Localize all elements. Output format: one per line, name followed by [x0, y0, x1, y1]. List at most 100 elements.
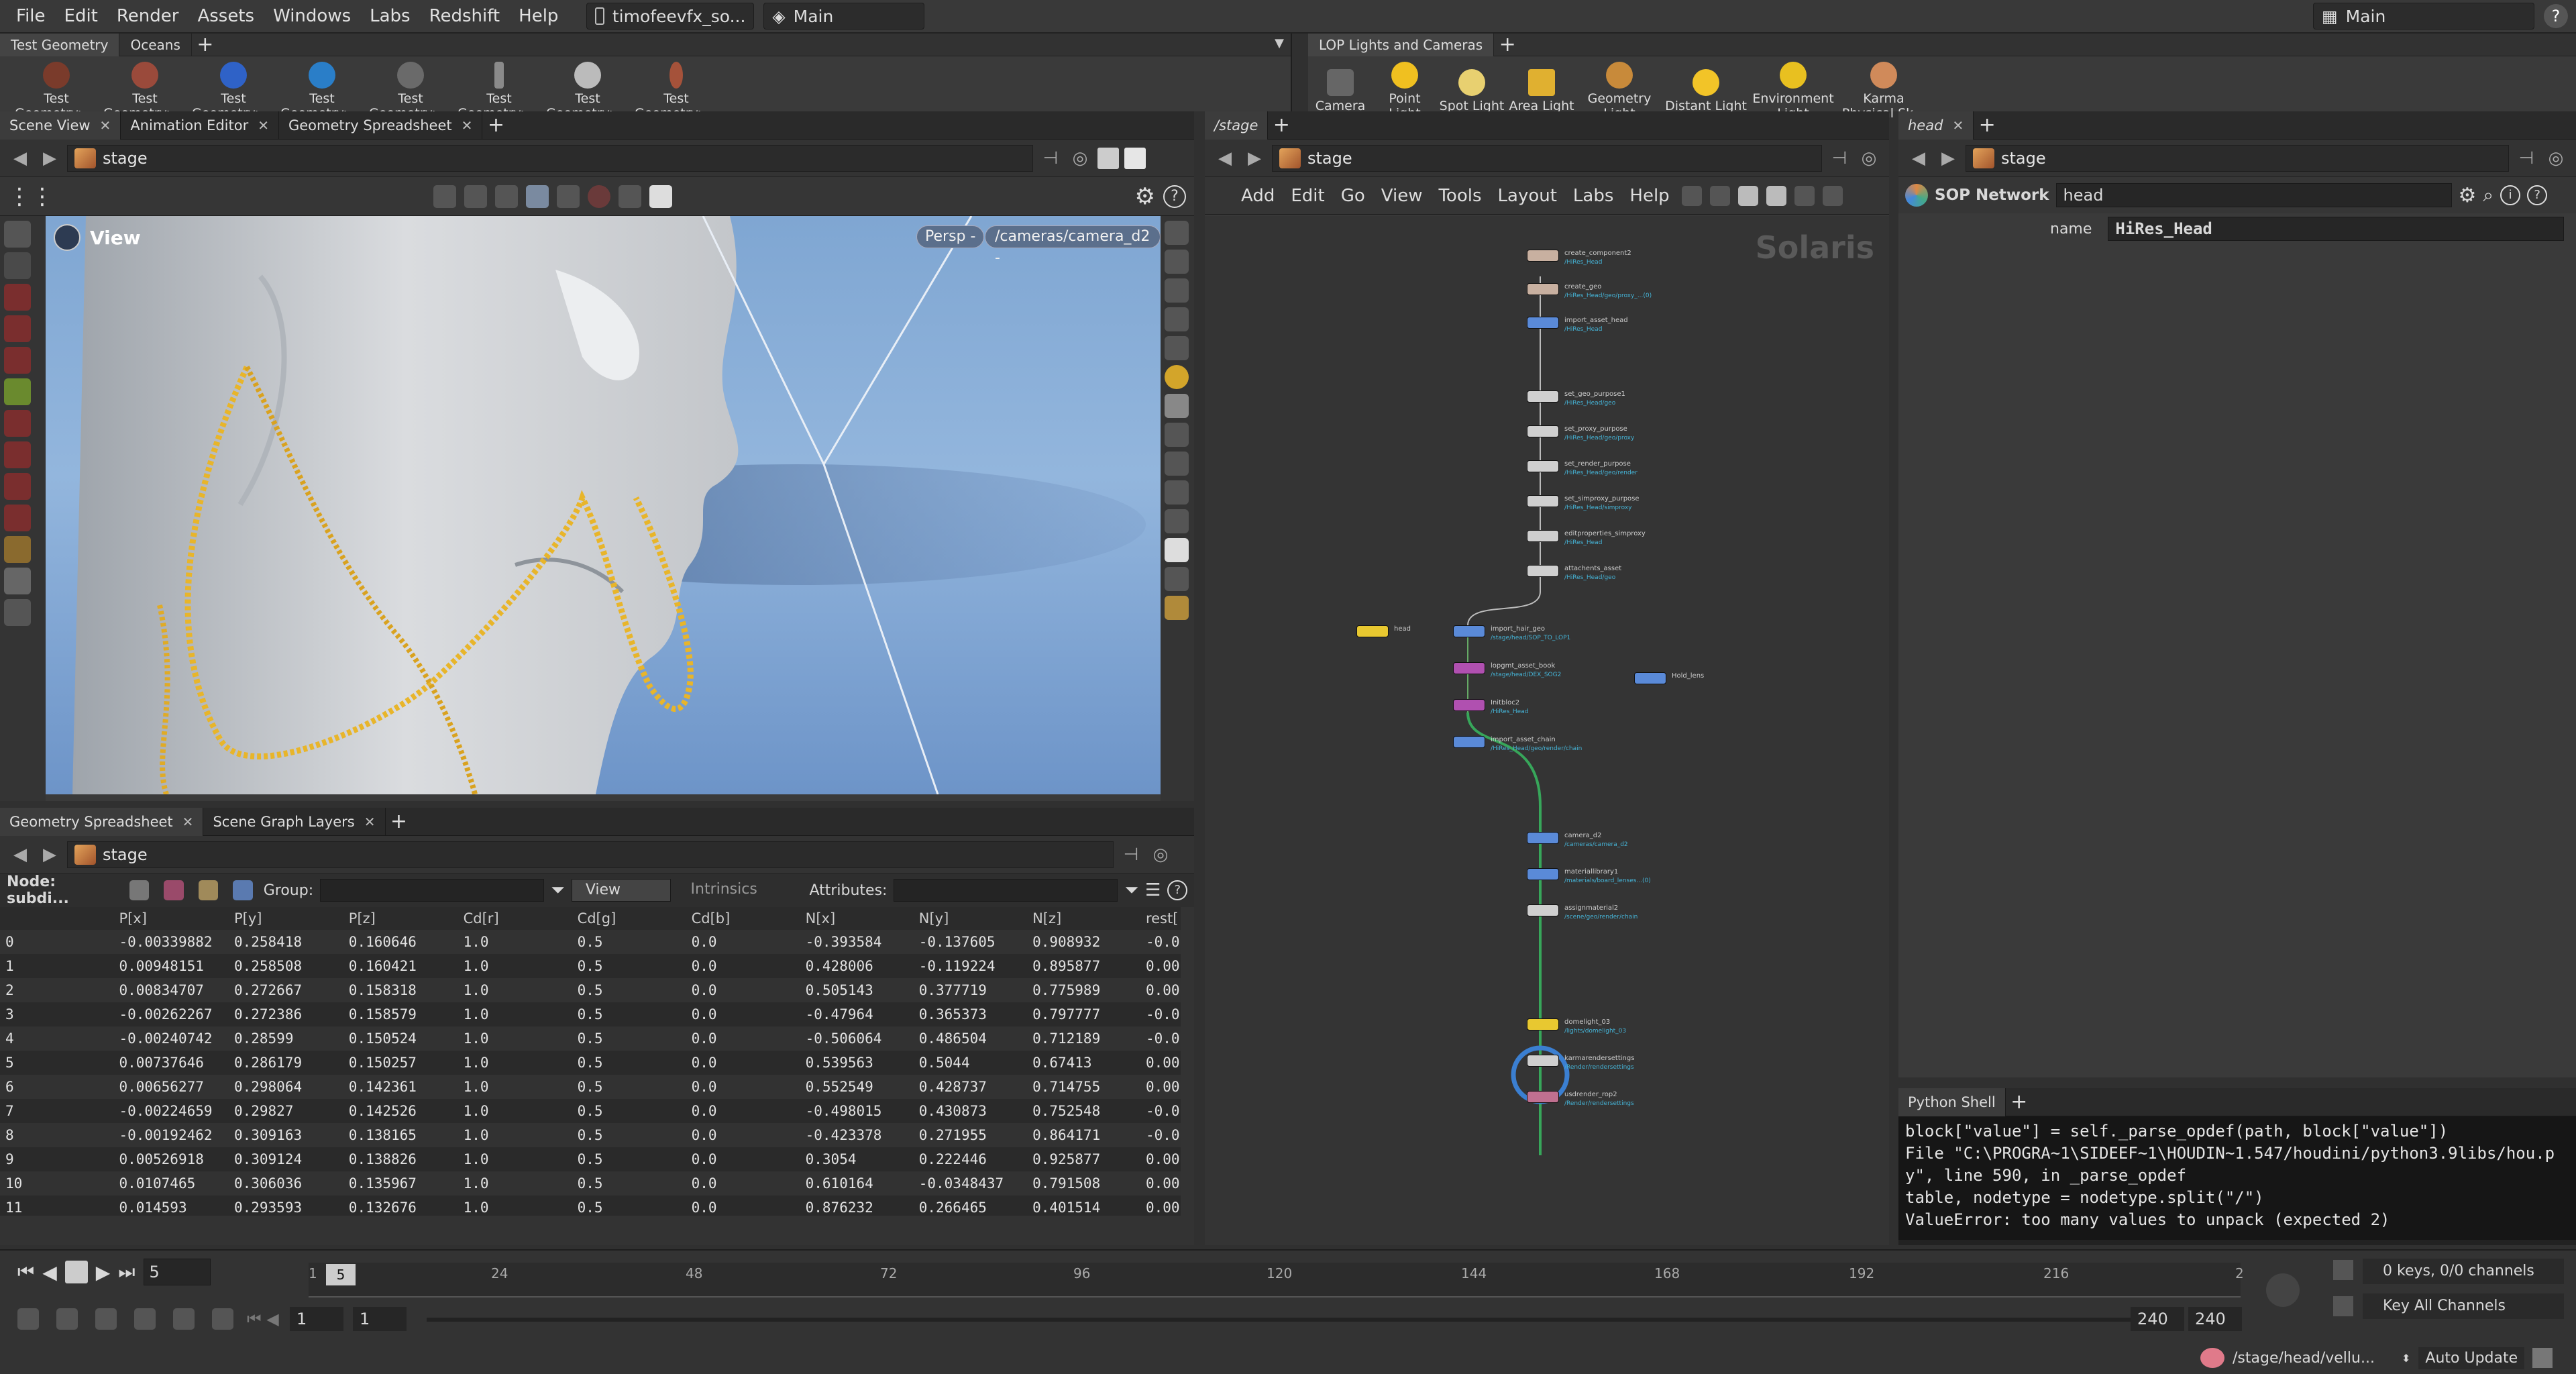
node-body[interactable] — [1453, 662, 1485, 674]
search-icon[interactable]: ⌕ — [2483, 184, 2493, 207]
display-option-icon[interactable] — [1165, 250, 1189, 274]
table-row[interactable]: 10 0.0107465 0.306036 0.135967 1.0 0.5 0.0 0.61… — [0, 1171, 1181, 1196]
network-node[interactable]: domelight_03/lights/domelight_03 — [1527, 1018, 1626, 1035]
key-channels-icon[interactable] — [2333, 1296, 2353, 1316]
network-node[interactable]: set_proxy_purpose/HiRes_Head/geo/proxy — [1527, 425, 1634, 441]
render-settings-icon[interactable] — [619, 184, 641, 208]
camera-menu[interactable]: /cameras/camera_d2 - — [985, 225, 1161, 266]
intrinsics-dropdown[interactable]: Intrinsics — [677, 879, 803, 902]
node-body[interactable] — [1527, 868, 1559, 880]
forward-arrow-icon[interactable]: ▶ — [38, 148, 62, 168]
select-tool-icon[interactable] — [433, 184, 456, 208]
table-view-icon[interactable] — [1794, 185, 1815, 206]
forward-arrow-icon[interactable]: ▶ — [38, 845, 62, 865]
column-header[interactable]: P[y] — [228, 907, 343, 930]
spot-light-tool[interactable]: Spot Light — [1437, 69, 1507, 113]
link-icon[interactable]: ◎ — [1068, 148, 1092, 168]
node-body[interactable] — [1527, 565, 1559, 577]
table-row[interactable]: 5 0.00737646 0.286179 0.150257 1.0 0.5 0.0 0.53… — [0, 1051, 1181, 1075]
node-body[interactable] — [1527, 317, 1559, 329]
add-shelf-button[interactable]: + — [1494, 33, 1521, 56]
network-path-field[interactable]: stage — [1272, 144, 1822, 172]
node-body[interactable] — [1527, 1091, 1559, 1103]
back-arrow-icon[interactable]: ◀ — [1907, 148, 1931, 168]
network-node[interactable]: create_geo/HiRes_Head/geo/proxy_...(0) — [1527, 283, 1652, 299]
camera-view-icon[interactable] — [54, 224, 80, 251]
range-start-input[interactable]: 1 — [290, 1307, 343, 1331]
auto-update-button[interactable]: Auto Update — [2418, 1346, 2525, 1369]
keys-summary[interactable]: 0 keys, 0/0 channels — [2363, 1259, 2564, 1284]
network-node[interactable]: import_hair_geo/stage/head/SOP_TO_LOP1 — [1453, 625, 1570, 641]
node-body[interactable] — [1634, 672, 1666, 684]
menu-file[interactable]: File — [7, 6, 55, 26]
persp-menu[interactable]: Persp - — [916, 225, 985, 248]
area-light-tool[interactable]: Area Light — [1507, 69, 1576, 113]
info-icon[interactable]: i — [2500, 185, 2521, 205]
snapshot-icon[interactable] — [649, 184, 672, 208]
column-header[interactable]: N[y] — [913, 907, 1028, 930]
clapper-icon[interactable] — [2532, 1348, 2553, 1368]
display-options-icon[interactable] — [557, 184, 580, 208]
menu-labs[interactable]: Labs — [360, 6, 419, 26]
close-icon[interactable]: ✕ — [100, 117, 111, 134]
move-tool-icon[interactable] — [464, 184, 487, 208]
play-icon[interactable]: ▶ — [96, 1261, 111, 1283]
ruler-icon[interactable] — [4, 536, 31, 563]
help-icon[interactable]: ? — [2527, 185, 2548, 205]
shelf-tab-test-geometry[interactable]: Test Geometry — [0, 33, 120, 56]
tree-view-icon[interactable] — [1709, 185, 1730, 206]
display-option-icon[interactable] — [1165, 336, 1189, 360]
node-body[interactable] — [1453, 699, 1485, 711]
shelf-tab-lop-lights[interactable]: LOP Lights and Cameras — [1308, 33, 1495, 56]
add-tab-button[interactable]: + — [386, 810, 413, 833]
tab-stage[interactable]: /stage — [1205, 111, 1269, 140]
network-canvas[interactable]: Solaris create_component2/HiRes_Head crea… — [1205, 216, 1889, 1245]
net-menu-view[interactable]: View — [1373, 186, 1431, 206]
link-icon[interactable]: ◎ — [1148, 845, 1173, 865]
help-icon[interactable]: ? — [1167, 880, 1187, 900]
snap-icon[interactable] — [4, 505, 31, 531]
close-icon[interactable]: ✕ — [182, 814, 194, 830]
menu-redshift[interactable]: Redshift — [420, 6, 510, 26]
display-option-icon[interactable] — [1165, 452, 1189, 476]
net-menu-add[interactable]: Add — [1233, 186, 1283, 206]
edit-tool-icon[interactable] — [4, 410, 31, 437]
column-header[interactable]: Cd[g] — [572, 907, 686, 930]
net-menu-tools[interactable]: Tools — [1430, 186, 1489, 206]
column-header[interactable]: N[z] — [1027, 907, 1140, 930]
close-icon[interactable]: ✕ — [364, 814, 376, 830]
single-view-icon[interactable] — [1124, 147, 1146, 169]
stop-render-icon[interactable] — [588, 184, 610, 208]
back-arrow-icon[interactable]: ◀ — [8, 845, 32, 865]
column-header[interactable]: rest[ — [1140, 907, 1181, 930]
tab-animation-editor[interactable]: Animation Editor ✕ — [121, 111, 279, 140]
column-header[interactable]: Cd[r] — [458, 907, 572, 930]
jump-end-icon[interactable]: ⏭ — [118, 1261, 135, 1283]
group-input[interactable] — [320, 879, 545, 902]
table-row[interactable]: 6 0.00656277 0.298064 0.142361 1.0 0.5 0.0 0.55… — [0, 1075, 1181, 1099]
target-icon[interactable] — [134, 1308, 156, 1330]
select-arrow-icon[interactable] — [4, 221, 31, 248]
menu-lines-icon[interactable]: ☰ — [1145, 880, 1161, 900]
lock-icon[interactable] — [4, 252, 31, 279]
network-node[interactable]: Hold_lens — [1634, 672, 1704, 684]
column-header[interactable]: P[x] — [113, 907, 229, 930]
jump-start-icon[interactable]: ⏮ — [17, 1261, 34, 1283]
gear-icon[interactable]: ⚙ — [1135, 183, 1155, 210]
network-node[interactable]: camera_d2/cameras/camera_d2 — [1527, 832, 1628, 848]
link-icon[interactable]: ◎ — [1857, 148, 1881, 168]
add-tab-button[interactable]: + — [2006, 1090, 2033, 1114]
param-name-input[interactable]: HiRes_Head — [2108, 217, 2565, 241]
tab-geometry-spreadsheet[interactable]: Geometry Spreadsheet ✕ — [0, 807, 204, 836]
range-end-field[interactable]: 240 — [2188, 1307, 2242, 1331]
detail-mode-icon[interactable] — [233, 880, 253, 900]
lightbulb-icon[interactable] — [1165, 423, 1189, 447]
network-node[interactable]: materiallibrary1/materials/board_lenses.… — [1527, 868, 1651, 884]
network-node[interactable]: import_asset_head/HiRes_Head — [1527, 317, 1628, 333]
node-body[interactable] — [1356, 625, 1389, 637]
column-header[interactable]: Cd[b] — [686, 907, 800, 930]
help-icon[interactable]: ? — [1163, 184, 1186, 208]
pause-icon[interactable] — [1165, 538, 1189, 562]
net-menu-go[interactable]: Go — [1333, 186, 1373, 206]
scene-file-selector[interactable]: timofeevfx_so... — [586, 3, 755, 30]
